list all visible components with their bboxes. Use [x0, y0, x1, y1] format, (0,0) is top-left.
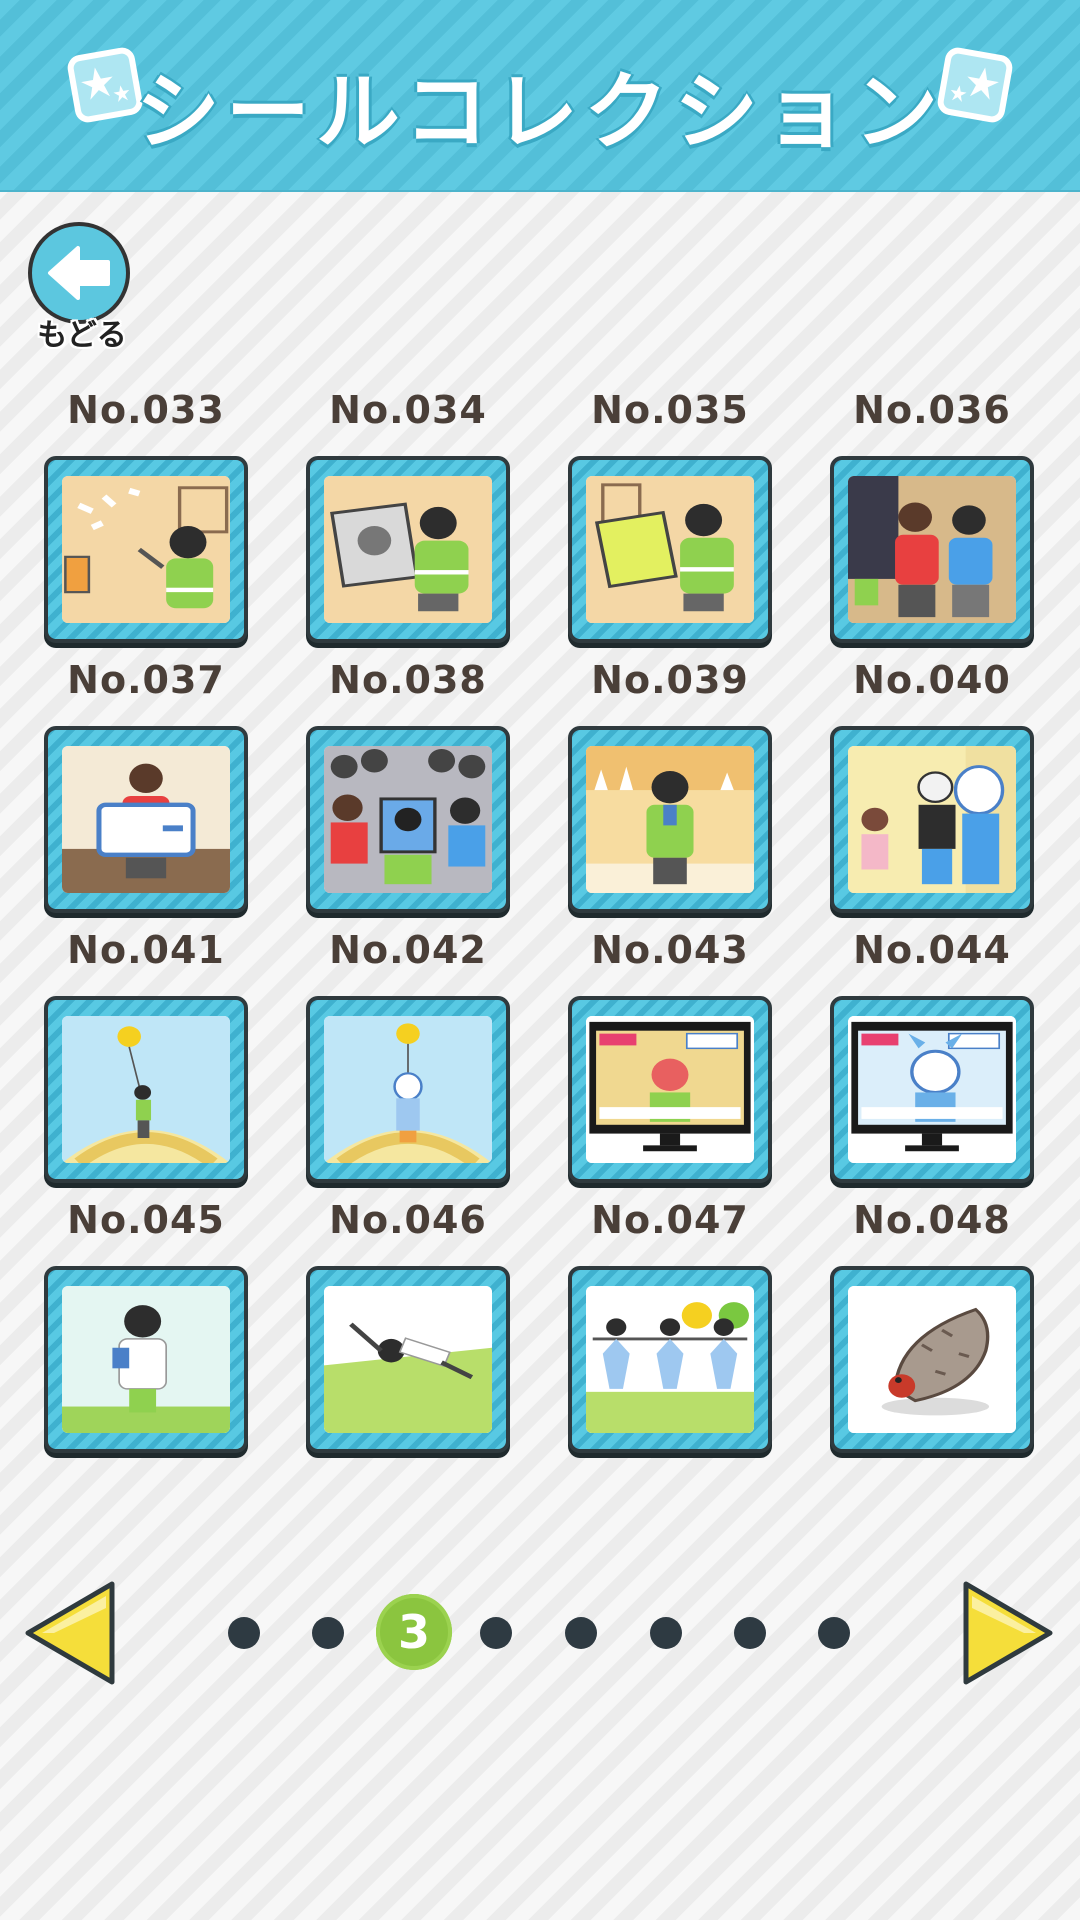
sticker-number: No.047 — [591, 1198, 749, 1242]
sticker-image — [324, 1016, 492, 1163]
sticker-number: No.041 — [67, 928, 225, 972]
sticker-number: No.036 — [853, 388, 1011, 432]
sticker-number: No.048 — [853, 1198, 1011, 1242]
sticker-frame[interactable] — [44, 456, 248, 643]
sticker-card[interactable]: No.033 — [44, 388, 248, 643]
sticker-frame[interactable] — [568, 1266, 772, 1453]
sticker-frame[interactable] — [44, 726, 248, 913]
sticker-image — [324, 1286, 492, 1433]
sticker-card[interactable]: No.038 — [306, 658, 510, 913]
sticker-image — [586, 1016, 754, 1163]
triangle-right-icon[interactable] — [958, 1578, 1058, 1688]
page-dot[interactable] — [734, 1617, 766, 1649]
sticker-frame[interactable] — [830, 1266, 1034, 1453]
back-button[interactable]: もどる — [26, 220, 138, 353]
sticker-number: No.046 — [329, 1198, 487, 1242]
sticker-number: No.045 — [67, 1198, 225, 1242]
sticker-number: No.033 — [67, 388, 225, 432]
back-button-label: もどる — [37, 318, 127, 353]
sticker-card[interactable]: No.047 — [568, 1198, 772, 1453]
sticker-card[interactable]: No.034 — [306, 388, 510, 643]
page-dot[interactable] — [312, 1617, 344, 1649]
back-button-circle[interactable] — [28, 222, 130, 324]
page-dot[interactable] — [228, 1617, 260, 1649]
sticker-card[interactable]: No.036 — [830, 388, 1034, 643]
sticker-frame[interactable] — [306, 456, 510, 643]
page-dot[interactable] — [650, 1617, 682, 1649]
sticker-image — [324, 746, 492, 893]
page-dot[interactable] — [565, 1617, 597, 1649]
page-dot-active[interactable]: 3 — [376, 1594, 452, 1670]
sticker-card[interactable]: No.039 — [568, 658, 772, 913]
star-sticker-icon — [937, 47, 1013, 123]
sticker-image — [586, 1286, 754, 1433]
sticker-frame[interactable] — [44, 1266, 248, 1453]
page-dot[interactable] — [480, 1617, 512, 1649]
sticker-frame[interactable] — [306, 1266, 510, 1453]
sticker-frame[interactable] — [568, 456, 772, 643]
sticker-card[interactable]: No.037 — [44, 658, 248, 913]
sticker-image — [848, 1286, 1016, 1433]
sticker-image — [848, 1016, 1016, 1163]
sticker-card[interactable]: No.048 — [830, 1198, 1034, 1453]
sticker-card[interactable]: No.046 — [306, 1198, 510, 1453]
sticker-card[interactable]: No.045 — [44, 1198, 248, 1453]
sticker-image — [324, 476, 492, 623]
sticker-card[interactable]: No.043 — [568, 928, 772, 1183]
sticker-card[interactable]: No.044 — [830, 928, 1034, 1183]
sticker-number: No.039 — [591, 658, 749, 702]
sticker-number: No.040 — [853, 658, 1011, 702]
sticker-number: No.042 — [329, 928, 487, 972]
sticker-number: No.043 — [591, 928, 749, 972]
triangle-left-icon[interactable] — [20, 1578, 120, 1688]
sticker-card[interactable]: No.040 — [830, 658, 1034, 913]
sticker-card[interactable]: No.042 — [306, 928, 510, 1183]
sticker-number: No.035 — [591, 388, 749, 432]
sticker-image — [62, 746, 230, 893]
sticker-number: No.044 — [853, 928, 1011, 972]
arrow-left-icon — [48, 246, 110, 300]
sticker-frame[interactable] — [830, 726, 1034, 913]
sticker-image — [62, 1286, 230, 1433]
header-bar: シールコレクション — [0, 0, 1080, 192]
sticker-frame[interactable] — [568, 996, 772, 1183]
sticker-card[interactable]: No.035 — [568, 388, 772, 643]
sticker-number: No.038 — [329, 658, 487, 702]
sticker-frame[interactable] — [830, 456, 1034, 643]
sticker-frame[interactable] — [44, 996, 248, 1183]
sticker-image — [62, 1016, 230, 1163]
sticker-frame[interactable] — [830, 996, 1034, 1183]
sticker-image — [848, 476, 1016, 623]
page-dot[interactable] — [818, 1617, 850, 1649]
page-title: シールコレクション — [135, 63, 945, 161]
sticker-image — [848, 746, 1016, 893]
sticker-number: No.034 — [329, 388, 487, 432]
sticker-card[interactable]: No.041 — [44, 928, 248, 1183]
sticker-frame[interactable] — [568, 726, 772, 913]
sticker-frame[interactable] — [306, 996, 510, 1183]
sticker-image — [62, 476, 230, 623]
sticker-image — [586, 746, 754, 893]
sticker-image — [586, 476, 754, 623]
sticker-number: No.037 — [67, 658, 225, 702]
sticker-frame[interactable] — [306, 726, 510, 913]
